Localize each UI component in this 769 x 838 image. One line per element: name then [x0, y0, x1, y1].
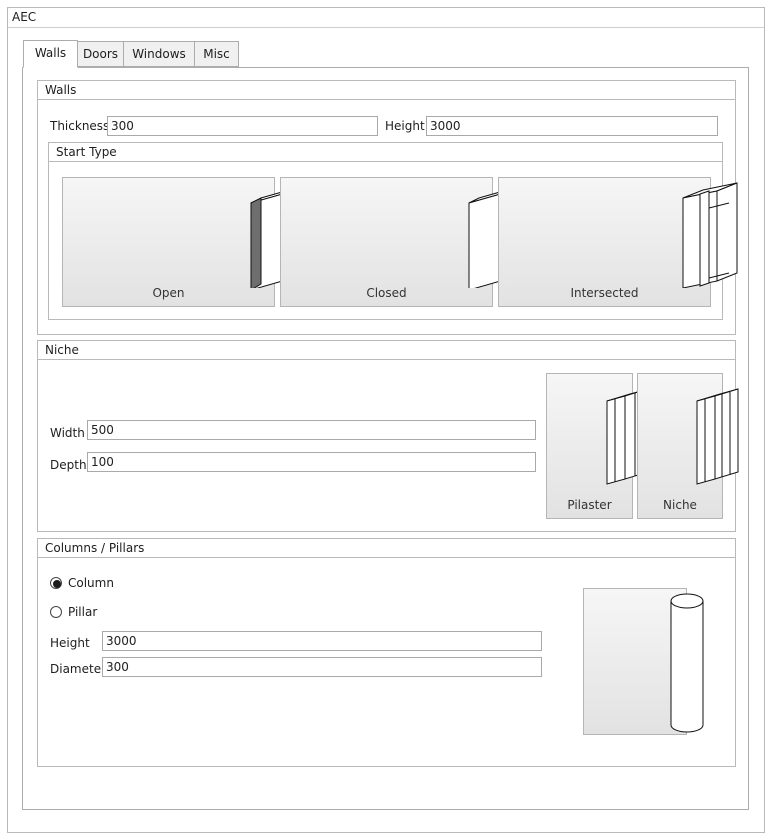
depth-input[interactable]: 100: [87, 452, 536, 472]
pillar-radio-dot[interactable]: [50, 606, 62, 618]
column-cylinder-icon: [670, 593, 704, 733]
open-label: Open: [152, 286, 185, 300]
pillar-radio-label: Pillar: [68, 605, 98, 619]
depth-label: Depth: [50, 458, 87, 472]
thickness-label: Thickness: [50, 119, 110, 133]
niche-option-label: Niche: [663, 498, 697, 512]
tab-walls[interactable]: Walls: [23, 40, 78, 68]
diameter-input[interactable]: 300: [102, 657, 542, 677]
diameter-label: Diameter: [50, 662, 107, 676]
column-radio[interactable]: Column: [50, 576, 130, 592]
start-type-title: Start Type: [48, 142, 723, 162]
pilaster-button[interactable]: Pilaster: [546, 373, 648, 519]
intersected-wall-icon: [682, 182, 737, 288]
column-height-label: Height: [50, 636, 90, 650]
column-height-input[interactable]: 3000: [102, 631, 542, 651]
columns-group-title: Columns / Pillars: [37, 538, 736, 558]
width-input[interactable]: 500: [87, 420, 536, 440]
height-label: Height: [385, 119, 425, 133]
tab-windows[interactable]: Windows: [123, 41, 195, 67]
niche-group-title: Niche: [37, 340, 736, 360]
tab-misc[interactable]: Misc: [194, 41, 239, 67]
pilaster-label: Pilaster: [567, 498, 612, 512]
closed-label: Closed: [366, 286, 407, 300]
height-input[interactable]: 3000: [426, 116, 718, 136]
intersected-label: Intersected: [570, 286, 639, 300]
walls-group-title: Walls: [37, 80, 736, 100]
column-radio-label: Column: [68, 576, 114, 590]
niche-icon: [696, 388, 739, 485]
panel-title: AEC: [8, 7, 764, 28]
start-type-open-button[interactable]: Open: [62, 177, 296, 307]
pillar-radio[interactable]: Pillar: [50, 605, 130, 621]
column-radio-dot[interactable]: [50, 577, 62, 589]
thickness-input[interactable]: 300: [107, 116, 378, 136]
column-preview: [583, 588, 704, 735]
start-type-closed-button[interactable]: Closed: [280, 177, 514, 307]
tab-doors[interactable]: Doors: [77, 41, 124, 67]
start-type-intersected-button[interactable]: Intersected: [498, 177, 737, 307]
niche-button[interactable]: Niche: [637, 373, 739, 519]
width-label: Width: [50, 426, 85, 440]
